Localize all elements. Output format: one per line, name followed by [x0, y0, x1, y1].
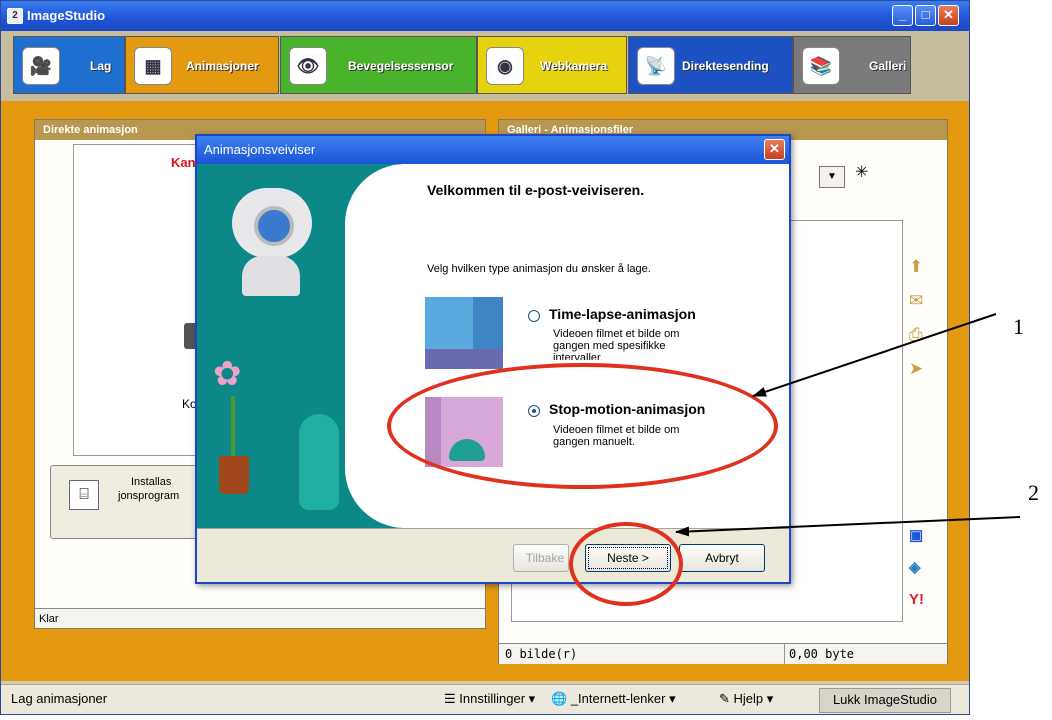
- arrow-1: [752, 313, 997, 397]
- arrow-2: [675, 516, 1021, 537]
- callout-label-2: 2: [1028, 480, 1039, 505]
- annotation-arrows: [675, 313, 1021, 537]
- callout-label-1: 1: [1013, 314, 1024, 339]
